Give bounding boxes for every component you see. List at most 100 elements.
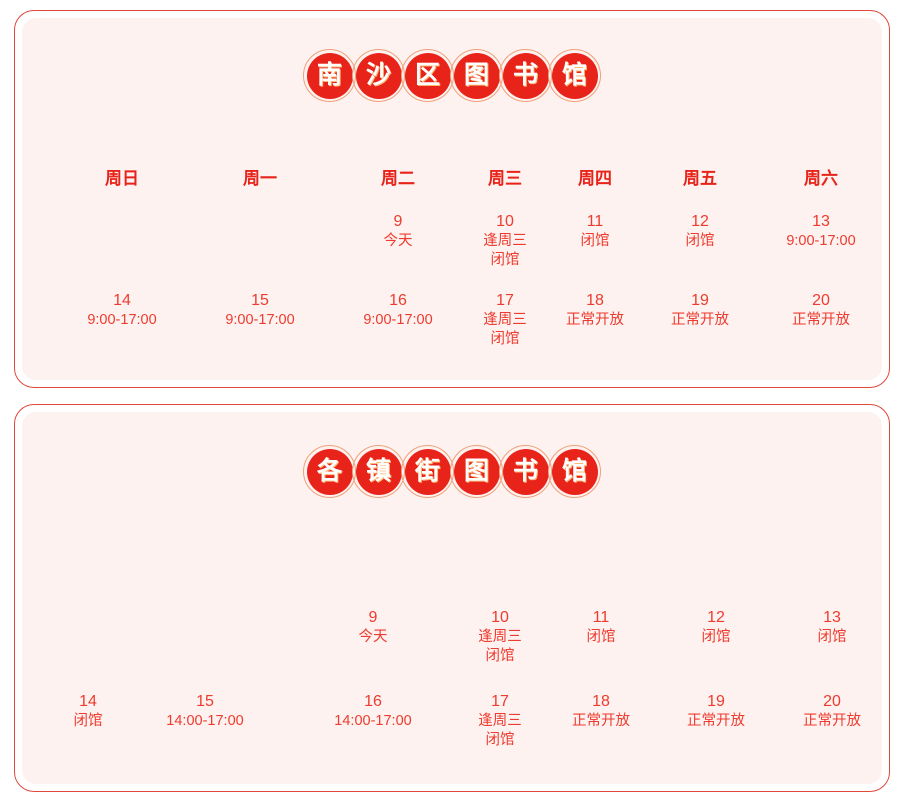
- day-cell[interactable]: 14 闭馆: [74, 692, 103, 732]
- branch-title-badges: 各镇街图书馆: [22, 445, 882, 498]
- day-cell[interactable]: 10 逢周三 闭馆: [478, 608, 522, 667]
- day-number: 19: [691, 291, 709, 309]
- day-cell[interactable]: 18 正常开放: [572, 692, 630, 732]
- day-status-note: 正常开放: [792, 312, 850, 329]
- title-badge-4: 图: [450, 49, 503, 102]
- weekday-header-6: 周五: [683, 169, 717, 188]
- day-cell[interactable]: 13 9:00-17:00: [786, 212, 855, 252]
- day-status-note: 闭馆: [685, 233, 715, 250]
- weekday-header-4: 周三: [488, 169, 522, 188]
- title-badge-5: 书: [499, 49, 552, 102]
- day-number: 11: [592, 608, 610, 626]
- day-number: 14: [79, 692, 97, 710]
- day-number: 12: [707, 608, 725, 626]
- day-status-note: 闭馆: [490, 252, 520, 269]
- weekday-header-2: 周一: [243, 169, 277, 188]
- day-status-note: 正常开放: [566, 312, 624, 329]
- day-number: 15: [251, 291, 269, 309]
- day-number: 20: [812, 291, 830, 309]
- title-badge-4: 图: [450, 445, 503, 498]
- title-badge-3: 街: [401, 445, 454, 498]
- day-cell[interactable]: 14 9:00-17:00: [87, 291, 156, 331]
- day-cell[interactable]: 11 闭馆: [581, 212, 610, 252]
- day-number: 14: [113, 291, 131, 309]
- branch-schedule-card-body: 各镇街图书馆 周日周一周二周三周四周五周六 9今天10逢周三闭馆11闭馆12闭馆…: [22, 412, 882, 784]
- title-badge-6: 馆: [548, 49, 601, 102]
- day-status-note: 14:00-17:00: [166, 713, 244, 730]
- day-cell[interactable]: 20 正常开放: [792, 291, 850, 331]
- day-status-note: 逢周三: [483, 312, 527, 329]
- title-badge-5: 书: [499, 445, 552, 498]
- day-status-note: 逢周三: [478, 629, 522, 646]
- day-cell[interactable]: 16 9:00-17:00: [363, 291, 432, 331]
- day-status-note: 14:00-17:00: [334, 713, 412, 730]
- day-status-note: 正常开放: [687, 713, 745, 730]
- day-status-note: 正常开放: [671, 312, 729, 329]
- day-cell[interactable]: 13 闭馆: [818, 608, 847, 648]
- day-cell[interactable]: 15 14:00-17:00: [166, 692, 243, 732]
- badge-character: 南: [316, 61, 342, 89]
- day-cell[interactable]: 15 9:00-17:00: [225, 291, 294, 331]
- day-status-note: 逢周三: [478, 713, 522, 730]
- day-status-note: 闭馆: [485, 732, 515, 749]
- day-cell[interactable]: 9 今天: [384, 212, 413, 252]
- day-status-note: 闭馆: [73, 713, 103, 730]
- day-number: 10: [496, 212, 514, 230]
- day-number: 17: [496, 291, 514, 309]
- day-cell[interactable]: 19 正常开放: [687, 692, 745, 732]
- day-status-note: 闭馆: [580, 233, 610, 250]
- day-cell[interactable]: 16 14:00-17:00: [334, 692, 411, 732]
- badge-character: 馆: [561, 457, 587, 485]
- day-number: 19: [707, 692, 725, 710]
- day-number: 16: [364, 692, 382, 710]
- badge-character: 书: [512, 61, 538, 89]
- library-weekday-header: 周日 周一 周二 周三 周四 周五 周六: [22, 166, 882, 192]
- day-cell[interactable]: 20 正常开放: [803, 692, 861, 732]
- day-number: 15: [196, 692, 214, 710]
- day-status-note: 9:00-17:00: [87, 312, 157, 329]
- library-title-badges: 南沙区图书馆: [22, 49, 882, 102]
- day-cell[interactable]: 10 逢周三 闭馆: [483, 212, 527, 271]
- day-status-note: 今天: [383, 233, 413, 250]
- day-status-note: 正常开放: [803, 713, 861, 730]
- day-cell[interactable]: 12 闭馆: [686, 212, 715, 252]
- day-number: 18: [592, 692, 610, 710]
- weekday-header-1: 周日: [105, 169, 139, 188]
- day-number: 20: [823, 692, 841, 710]
- library-schedule-card: 南沙区图书馆 周日 周一 周二 周三 周四 周五 周六 9 今天 10 逢周三 闭馆 11 闭馆 12 闭馆…: [14, 10, 890, 388]
- badge-character: 图: [463, 61, 489, 89]
- day-cell[interactable]: 19 正常开放: [671, 291, 729, 331]
- day-status-note: 闭馆: [586, 629, 616, 646]
- day-cell[interactable]: 11 闭馆: [587, 608, 616, 648]
- day-number: 11: [586, 212, 604, 230]
- day-number: 18: [586, 291, 604, 309]
- badge-character: 书: [512, 457, 538, 485]
- day-number: 9: [368, 608, 378, 626]
- day-cell[interactable]: 17 逢周三闭馆: [478, 692, 522, 751]
- opening-hours-page: 南沙区图书馆 周日 周一 周二 周三 周四 周五 周六 9 今天 10 逢周三 闭馆 11 闭馆 12 闭馆…: [0, 0, 904, 805]
- day-status-note: 9:00-17:00: [363, 312, 433, 329]
- day-status-note: 今天: [358, 629, 388, 646]
- day-cell[interactable]: 9 今天: [359, 608, 388, 648]
- weekday-header-3: 周二: [381, 169, 415, 188]
- day-number: 17: [491, 692, 509, 710]
- title-badge-1: 南: [303, 49, 356, 102]
- day-status-note: 正常开放: [572, 713, 630, 730]
- badge-character: 沙: [365, 61, 391, 89]
- day-number: 16: [389, 291, 407, 309]
- day-cell[interactable]: 17 逢周三 闭馆: [483, 291, 527, 350]
- day-number: 9: [393, 212, 403, 230]
- day-cell[interactable]: 12 闭馆: [702, 608, 731, 648]
- day-status-note: 9:00-17:00: [225, 312, 295, 329]
- badge-character: 图: [463, 457, 489, 485]
- title-badge-1: 各: [303, 445, 356, 498]
- title-badge-2: 沙: [352, 49, 405, 102]
- weekday-header-5: 周四: [578, 169, 612, 188]
- weekday-header-7: 周六: [804, 169, 838, 188]
- day-cell[interactable]: 18 正常开放: [566, 291, 624, 331]
- day-number: 13: [812, 212, 830, 230]
- badge-character: 区: [414, 61, 440, 89]
- day-status-note: 闭馆: [701, 629, 731, 646]
- branch-schedule-card: 各镇街图书馆 周日周一周二周三周四周五周六 9今天10逢周三闭馆11闭馆12闭馆…: [14, 404, 890, 792]
- badge-character: 各: [316, 457, 342, 485]
